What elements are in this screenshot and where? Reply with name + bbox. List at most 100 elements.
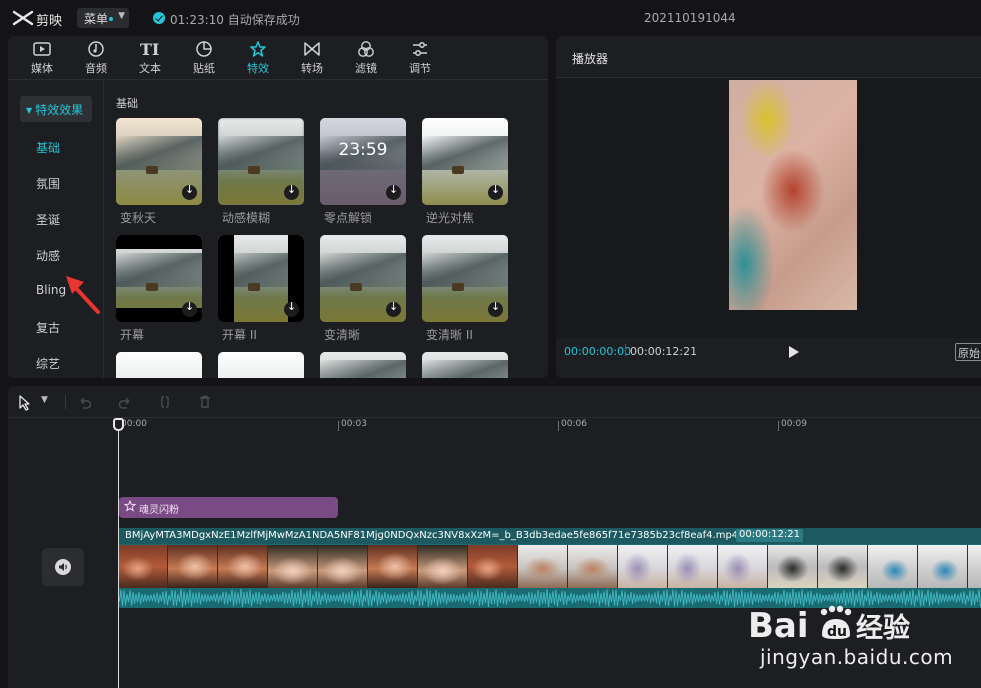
tab-label: 转场 [301,62,323,75]
media-icon [33,42,51,56]
video-frame-thumb [218,545,268,588]
tab-text[interactable]: TI 文本 [127,40,173,78]
video-thumbnail-strip [118,545,981,588]
tab-sticker[interactable]: 贴纸 [181,40,227,78]
caret-down-icon: ▼ [26,106,33,115]
effect-card-sharpen-2[interactable] [422,235,508,322]
effect-card[interactable] [320,352,406,378]
effect-label: 变清晰 II [426,328,473,342]
svg-text:du: du [827,624,847,640]
time-ruler[interactable]: 00:00 00:03 00:06 00:09 [8,418,981,432]
effect-category-nav: ▼ 特效效果 基础 氛围 圣诞 动感 Bling 复古 综艺 [8,81,104,378]
playhead-handle[interactable] [113,418,124,431]
speaker-icon [55,559,71,575]
ruler-label: 00:06 [561,419,587,429]
video-clip-duration: 00:00:12:21 [736,529,804,542]
effect-star-icon [124,500,136,512]
ruler-label: 00:00 [121,419,147,429]
menu-button[interactable]: 菜单 ▼ [77,8,129,28]
tab-label: 滤镜 [355,62,377,75]
video-frame-thumb [168,545,218,588]
effect-card[interactable] [218,352,304,378]
download-icon[interactable] [386,183,401,200]
tab-label: 媒体 [31,62,53,75]
tab-adjust[interactable]: 调节 [397,40,443,78]
category-atmosphere[interactable]: 氛围 [36,175,60,192]
toolbar-divider [65,395,66,409]
download-icon[interactable] [182,183,197,200]
category-dynamic[interactable]: 动感 [36,247,60,264]
effect-card-backlight-focus[interactable] [422,118,508,205]
tab-media[interactable]: 媒体 [19,40,65,78]
play-icon[interactable] [788,345,800,359]
category-group-label: 特效效果 [35,103,84,117]
svg-text:TI: TI [140,40,159,58]
effect-card-curtain-open-2[interactable] [218,235,304,322]
video-frame-thumb [768,545,818,588]
effect-label: 动感模糊 [222,211,271,225]
chevron-down-icon: ▼ [118,11,125,21]
video-clip-filename: BMjAyMTA3MDgxNzE1MzlfMjMwMzA1NDA5NF81Mjg… [125,530,739,541]
resource-tabs: 媒体 音频 TI 文本 贴纸 特效 转场 滤镜 调节 [8,36,548,80]
download-icon[interactable] [488,300,503,317]
tab-audio[interactable]: 音频 [73,40,119,78]
effect-card-motion-blur[interactable] [218,118,304,205]
track-mute-button[interactable] [42,548,84,586]
effects-icon [250,41,266,57]
video-frame-thumb [468,545,518,588]
resource-panel: 媒体 音频 TI 文本 贴纸 特效 转场 滤镜 调节 ▼ 特效效果 基础 氛围 … [8,36,548,378]
ruler-label: 00:03 [341,419,367,429]
effect-card-autumn[interactable] [116,118,202,205]
undo-icon[interactable] [78,395,92,409]
svg-text:Bai: Bai [748,606,809,645]
category-retro[interactable]: 复古 [36,319,60,336]
effect-label: 零点解锁 [324,211,373,225]
video-frame-thumb [618,545,668,588]
effect-card-curtain-open[interactable] [116,235,202,322]
video-clip[interactable]: BMjAyMTA3MDgxNzE1MzlfMjMwMzA1NDA5NF81Mjg… [118,528,981,608]
category-basic[interactable]: 基础 [36,139,60,156]
playhead-line[interactable] [118,430,119,688]
tab-label: 文本 [139,62,161,75]
video-frame-thumb [918,545,968,588]
download-icon[interactable] [284,183,299,200]
chevron-down-icon[interactable]: ▼ [41,395,48,405]
effect-label: 变清晰 [324,328,361,342]
category-group-header[interactable]: ▼ 特效效果 [20,96,92,122]
transition-icon [304,42,320,56]
download-icon[interactable] [488,183,503,200]
tab-transition[interactable]: 转场 [289,40,335,78]
effect-card[interactable] [422,352,508,378]
redo-icon[interactable] [118,395,132,409]
effect-label: 开幕 [120,328,145,342]
tab-filter[interactable]: 滤镜 [343,40,389,78]
svg-text:经验: 经验 [856,612,910,644]
delete-icon[interactable] [198,395,212,409]
effect-card-midnight-unlock[interactable]: 23:59 [320,118,406,205]
player-title: 播放器 [572,52,609,66]
download-icon[interactable] [386,300,401,317]
video-frame-thumb [568,545,618,588]
category-christmas[interactable]: 圣诞 [36,211,60,228]
effect-card-sharpen[interactable] [320,235,406,322]
video-frame-thumb [418,545,468,588]
video-frame-thumb [268,545,318,588]
category-variety[interactable]: 综艺 [36,355,60,372]
sticker-icon [196,41,212,57]
tab-label: 调节 [409,62,431,75]
aspect-ratio-button[interactable]: 原始 [955,343,981,361]
tab-effects[interactable]: 特效 [235,40,281,78]
filter-icon [358,41,374,57]
player-panel: 播放器 00:00:00:00 00:00:12:21 原始 [556,36,981,378]
tab-label: 贴纸 [193,62,215,75]
download-icon[interactable] [182,300,197,317]
section-title: 基础 [116,97,138,110]
effect-clip[interactable]: 魂灵闪粉 [119,497,338,518]
split-icon[interactable] [158,395,172,409]
effect-card[interactable] [116,352,202,378]
download-icon[interactable] [284,300,299,317]
effect-label: 变秋天 [120,211,157,225]
video-clip-header: BMjAyMTA3MDgxNzE1MzlfMjMwMzA1NDA5NF81Mjg… [118,528,981,544]
tab-label: 音频 [85,62,107,75]
select-cursor-icon[interactable] [18,395,32,411]
